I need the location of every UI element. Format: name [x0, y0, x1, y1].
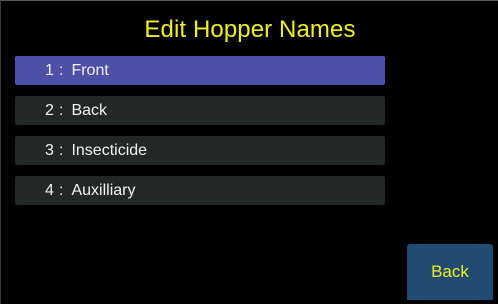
hopper-name: Back — [71, 102, 108, 119]
hopper-index: 1 — [45, 62, 54, 79]
hopper-name: Insecticide — [71, 142, 148, 159]
hopper-separator: : — [59, 142, 64, 159]
hopper-row-3[interactable]: 3: Insecticide — [15, 136, 385, 165]
hopper-separator: : — [59, 102, 64, 119]
hopper-index: 4 — [45, 182, 54, 199]
hopper-separator: : — [59, 182, 64, 199]
hopper-name: Front — [71, 62, 109, 79]
hopper-list: 1: Front 2: Back 3: Insecticide 4: Auxilliar… — [15, 56, 385, 216]
hopper-index: 3 — [45, 142, 54, 159]
hopper-row-4[interactable]: 4: Auxilliary — [15, 176, 385, 205]
page-title: Edit Hopper Names — [144, 16, 356, 43]
hopper-name: Auxilliary — [71, 182, 136, 199]
hopper-index: 2 — [45, 102, 54, 119]
hopper-row-1[interactable]: 1: Front — [15, 56, 385, 85]
edit-hopper-names-screen: Edit Hopper Names 1: Front 2: Back 3: Insec… — [0, 0, 498, 304]
hopper-row-2[interactable]: 2: Back — [15, 96, 385, 125]
hopper-separator: : — [59, 62, 64, 79]
back-button[interactable]: Back — [407, 244, 493, 300]
